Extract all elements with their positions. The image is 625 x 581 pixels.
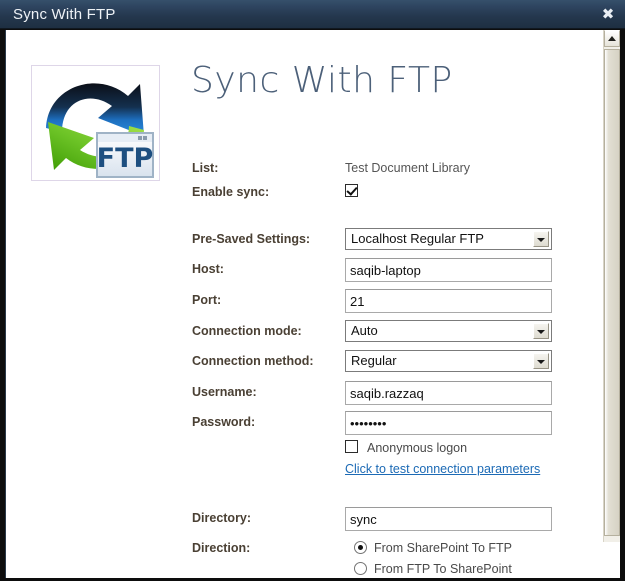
title-bar: Sync With FTP ✖	[0, 0, 625, 29]
username-input[interactable]	[345, 381, 552, 405]
host-label: Host:	[192, 262, 224, 276]
direction-option-label-0: From SharePoint To FTP	[374, 541, 513, 555]
dialog-content: FTP Sync With FTP List: Test Document Li…	[5, 30, 620, 578]
connection-mode-select[interactable]: Auto	[345, 320, 552, 342]
direction-radio-sharepoint-to-ftp[interactable]	[354, 541, 367, 554]
directory-label: Directory:	[192, 511, 252, 525]
pre-saved-settings-label: Pre-Saved Settings:	[192, 232, 311, 246]
password-label: Password:	[192, 415, 256, 429]
username-label: Username:	[192, 385, 257, 399]
svg-text:FTP: FTP	[97, 143, 154, 174]
anonymous-logon-label: Anonymous logon	[367, 441, 468, 455]
chevron-down-icon[interactable]	[533, 353, 549, 369]
connection-mode-label: Connection mode:	[192, 324, 302, 338]
window-title: Sync With FTP	[13, 6, 116, 23]
scrollbar-thumb[interactable]	[604, 49, 620, 536]
list-label: List:	[192, 161, 219, 175]
pre-saved-settings-value: Localhost Regular FTP	[351, 231, 484, 246]
enable-sync-checkbox[interactable]	[345, 184, 358, 197]
connection-method-select[interactable]: Regular	[345, 350, 552, 372]
directory-input[interactable]	[345, 507, 552, 531]
connection-method-value: Regular	[351, 353, 397, 368]
port-label: Port:	[192, 293, 222, 307]
connection-method-label: Connection method:	[192, 354, 314, 368]
vertical-scrollbar[interactable]	[603, 30, 620, 542]
password-input[interactable]	[345, 411, 552, 435]
enable-sync-label: Enable sync:	[192, 185, 270, 199]
sync-with-ftp-dialog: Sync With FTP ✖ FTP Sync With FTP List: …	[0, 0, 625, 581]
chevron-down-icon[interactable]	[533, 323, 549, 339]
list-value: Test Document Library	[345, 161, 471, 175]
direction-radio-ftp-to-sharepoint[interactable]	[354, 562, 367, 575]
direction-option-label-1: From FTP To SharePoint	[374, 562, 512, 576]
ftp-sync-logo-icon: FTP	[31, 65, 160, 181]
anonymous-logon-checkbox[interactable]	[345, 440, 358, 453]
close-icon[interactable]: ✖	[599, 5, 617, 23]
test-connection-link[interactable]: Click to test connection parameters	[345, 462, 540, 476]
chevron-down-icon[interactable]	[533, 231, 549, 247]
host-input[interactable]	[345, 258, 552, 282]
page-title: Sync With FTP	[191, 60, 453, 101]
connection-mode-value: Auto	[351, 323, 378, 338]
port-input[interactable]	[345, 289, 552, 313]
pre-saved-settings-select[interactable]: Localhost Regular FTP	[345, 228, 552, 250]
scroll-up-arrow-icon[interactable]	[604, 30, 620, 47]
direction-label: Direction:	[192, 541, 251, 555]
